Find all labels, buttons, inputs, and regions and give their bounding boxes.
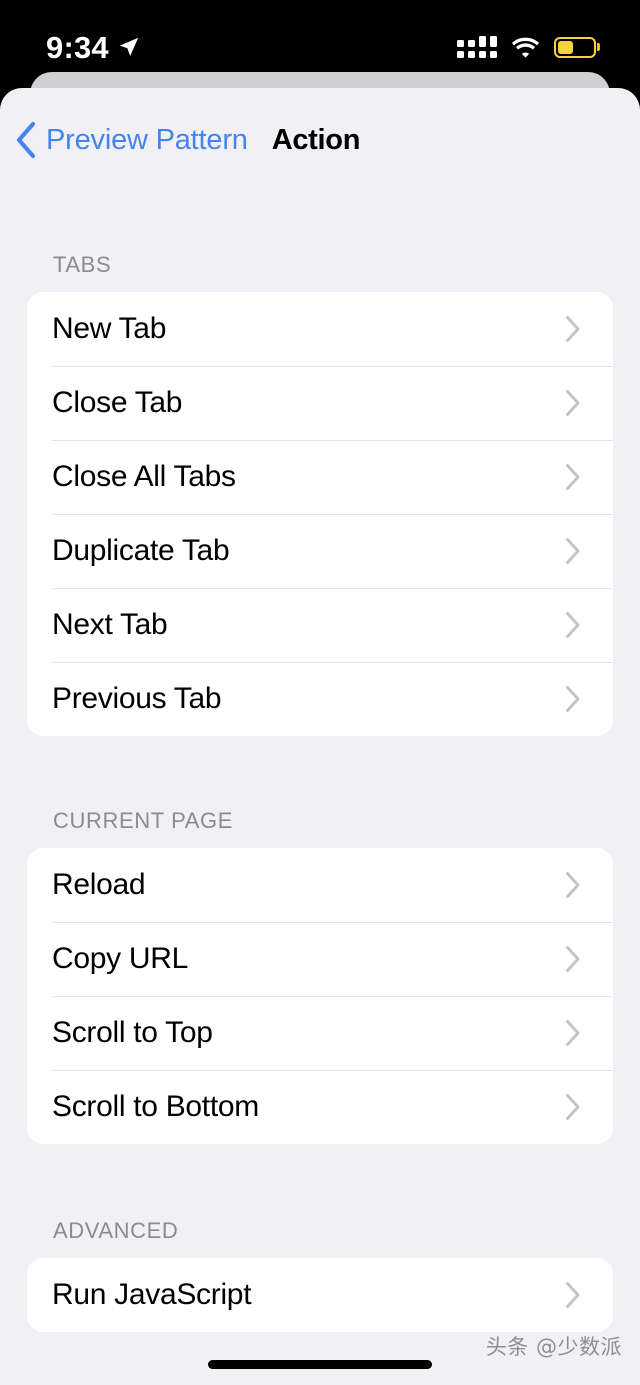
section-header-current-page: CURRENT PAGE (53, 808, 233, 833)
battery-cap (597, 43, 600, 51)
list-item-label: Previous Tab (52, 682, 222, 715)
list-item-scroll-to-bottom[interactable]: Scroll to Bottom (27, 1070, 613, 1144)
list-item-next-tab[interactable]: Next Tab (27, 588, 613, 662)
list-item-close-all-tabs[interactable]: Close All Tabs (27, 440, 613, 514)
battery-fill (558, 40, 574, 54)
chevron-left-icon (16, 121, 36, 159)
list-item-label: Scroll to Bottom (52, 1090, 259, 1123)
watermark: 头条 @少数派 (485, 1335, 622, 1359)
chevron-right-icon (566, 1282, 580, 1308)
back-button[interactable]: Preview Pattern (14, 121, 248, 159)
chevron-right-icon (566, 872, 580, 898)
chevron-right-icon (566, 316, 580, 342)
home-indicator[interactable] (208, 1360, 432, 1369)
list-item-label: Run JavaScript (52, 1278, 252, 1311)
list-item-label: Copy URL (52, 942, 188, 975)
list-item-duplicate-tab[interactable]: Duplicate Tab (27, 514, 613, 588)
list-item-scroll-to-top[interactable]: Scroll to Top (27, 996, 613, 1070)
list-item-previous-tab[interactable]: Previous Tab (27, 662, 613, 736)
cellular-signal-icon (457, 36, 497, 58)
list-item-label: Duplicate Tab (52, 534, 230, 567)
chevron-right-icon (566, 612, 580, 638)
section-header-tabs: TABS (53, 252, 112, 277)
list-item-new-tab[interactable]: New Tab (27, 292, 613, 366)
list-item-reload[interactable]: Reload (27, 848, 613, 922)
chevron-right-icon (566, 946, 580, 972)
list-item-label: Close All Tabs (52, 460, 236, 493)
chevron-right-icon (566, 1020, 580, 1046)
section-card-current-page: Reload Copy URL Scroll to Top Scroll to … (27, 848, 613, 1144)
location-arrow-icon (119, 37, 139, 56)
status-bar-clock: 9:34 (46, 29, 109, 65)
section-advanced: ADVANCED Run JavaScript (0, 1218, 640, 1332)
list-item-label: New Tab (52, 312, 167, 345)
section-current-page: CURRENT PAGE Reload Copy URL Scroll to T… (0, 808, 640, 1144)
section-tabs: TABS New Tab Close Tab Close All Tabs Du… (0, 252, 640, 736)
modal-sheet: Preview Pattern Action TABS New Tab Clos… (0, 88, 640, 1385)
wifi-icon (511, 37, 540, 58)
status-bar: 9:34 (0, 0, 640, 88)
battery-low-power-icon (554, 36, 600, 58)
list-item-run-javascript[interactable]: Run JavaScript (27, 1258, 613, 1332)
section-card-tabs: New Tab Close Tab Close All Tabs Duplica… (27, 292, 613, 736)
status-bar-left: 9:34 (46, 32, 140, 63)
list-item-label: Close Tab (52, 386, 183, 419)
list-item-label: Next Tab (52, 608, 168, 641)
back-button-label: Preview Pattern (46, 123, 248, 156)
phone-screen: 9:34 Preview Pattern Action TABS New Tab… (0, 0, 640, 1385)
list-item-close-tab[interactable]: Close Tab (27, 366, 613, 440)
chevron-right-icon (566, 464, 580, 490)
chevron-right-icon (566, 390, 580, 416)
chevron-right-icon (566, 686, 580, 712)
page-title: Action (271, 123, 361, 156)
section-header-advanced: ADVANCED (53, 1218, 179, 1243)
section-card-advanced: Run JavaScript (27, 1258, 613, 1332)
status-bar-right (457, 36, 600, 58)
list-item-label: Reload (52, 868, 146, 901)
navigation-bar: Preview Pattern Action (0, 88, 640, 192)
list-item-label: Scroll to Top (52, 1016, 213, 1049)
chevron-right-icon (566, 1094, 580, 1120)
settings-list: TABS New Tab Close Tab Close All Tabs Du… (0, 252, 640, 1372)
list-item-copy-url[interactable]: Copy URL (27, 922, 613, 996)
chevron-right-icon (566, 538, 580, 564)
